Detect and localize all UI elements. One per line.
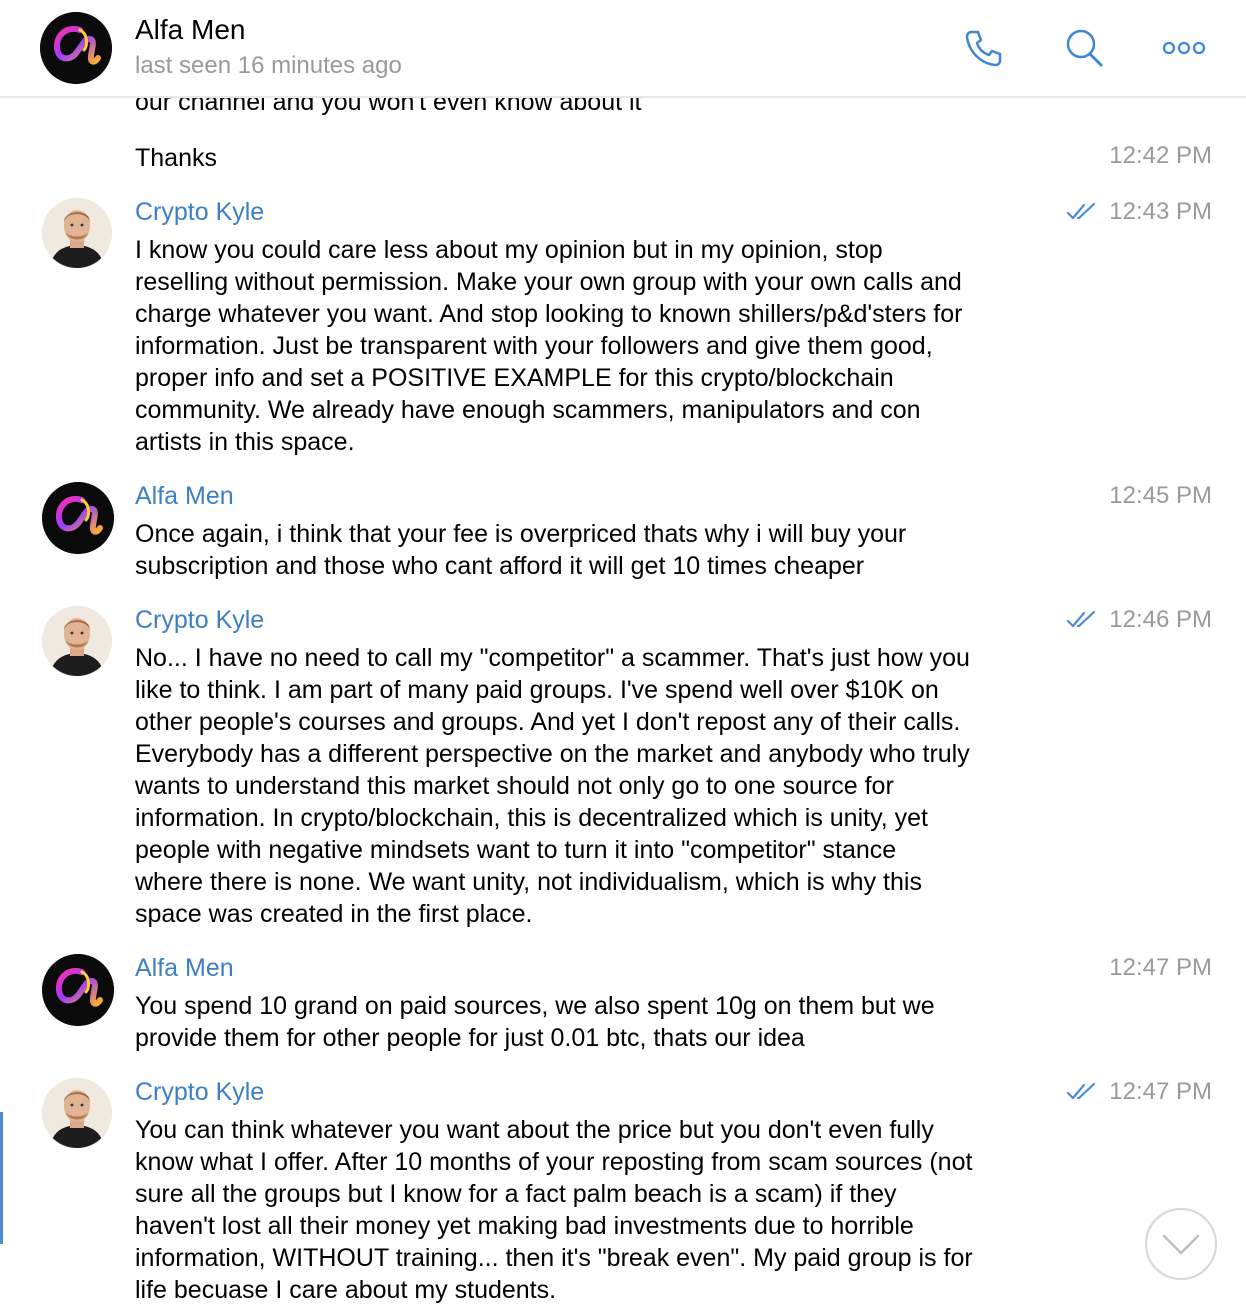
message-time: 12:43 PM [1109,198,1212,225]
read-receipt-icon [1066,202,1098,222]
chevron-down-icon [1162,1234,1200,1255]
read-receipt-icon [1066,610,1098,630]
message-text: our channel and you won't even know abou… [135,96,642,116]
sender-name[interactable]: Crypto Kyle [135,606,264,635]
sender-avatar[interactable] [42,954,114,1026]
message-time: 12:46 PM [1109,606,1212,633]
message-text: You spend 10 grand on paid sources, we a… [135,992,935,1052]
last-seen-status: last seen 16 minutes ago [135,52,402,79]
message-text: I know you could care less about my opin… [135,236,963,456]
message-time: 12:47 PM [1109,1078,1212,1105]
sender-avatar[interactable] [42,606,112,676]
message-text: Once again, i think that your fee is ove… [135,520,907,580]
message-text: You can think whatever you want about th… [135,1116,973,1304]
sender-avatar[interactable] [42,482,114,554]
chat-avatar[interactable] [40,12,112,84]
more-icon [1162,41,1206,55]
search-icon [1066,29,1103,67]
alfa-logo-icon [42,954,114,1026]
sender-avatar[interactable] [42,198,112,268]
sender-name[interactable]: Alfa Men [135,482,234,511]
alfa-logo-icon [40,12,112,84]
chat-header: Alfa Men last seen 16 minutes ago [0,0,1246,98]
message-text: No... I have no need to call my "competi… [135,644,970,928]
message-text: Thanks [135,144,217,172]
sender-name[interactable]: Crypto Kyle [135,198,264,227]
sender-avatar[interactable] [42,1078,112,1148]
person-avatar-icon [42,198,112,268]
chat-window: Alfa Men last seen 16 minutes ago our ch… [0,0,1246,1316]
read-receipt-icon [1066,1082,1098,1102]
message-time: 12:42 PM [1109,142,1212,169]
alfa-logo-icon [42,482,114,554]
person-avatar-icon [42,1078,112,1148]
sender-name[interactable]: Alfa Men [135,954,234,983]
sender-name[interactable]: Crypto Kyle [135,1078,264,1107]
message-time: 12:47 PM [1109,954,1212,981]
phone-icon [965,30,1002,67]
person-avatar-icon [42,606,112,676]
selection-indicator [0,1112,3,1244]
scroll-to-bottom-button[interactable] [1145,1208,1217,1280]
search-button[interactable] [1062,26,1106,70]
more-options-button[interactable] [1162,26,1206,70]
chat-title[interactable]: Alfa Men [135,14,246,46]
call-button[interactable] [962,26,1006,70]
message-list[interactable]: our channel and you won't even know abou… [0,96,1246,1316]
message-time: 12:45 PM [1109,482,1212,509]
